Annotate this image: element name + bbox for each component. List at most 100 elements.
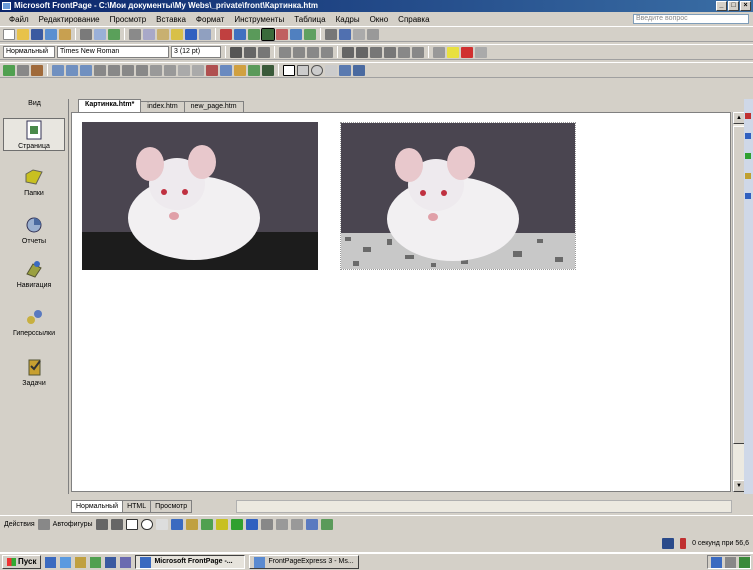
quick-launch-icon[interactable] <box>120 556 132 568</box>
oval-icon[interactable] <box>140 519 153 530</box>
align-left-icon[interactable] <box>279 46 291 58</box>
line-color-icon[interactable] <box>230 519 243 530</box>
outlook-icon[interactable] <box>75 556 87 568</box>
auto-thumbnail-icon[interactable] <box>31 64 43 76</box>
mouse-photo-edited[interactable] <box>340 122 576 270</box>
clipart-icon[interactable] <box>185 519 198 530</box>
maximize-button[interactable]: □ <box>728 1 739 11</box>
stop-icon[interactable] <box>353 28 365 40</box>
close-button[interactable]: × <box>740 1 751 11</box>
less-contrast-icon[interactable] <box>164 64 176 76</box>
open-icon[interactable] <box>17 28 29 40</box>
justify-icon[interactable] <box>321 46 333 58</box>
actions-menu[interactable]: Действия <box>4 521 35 528</box>
italic-icon[interactable] <box>244 46 256 58</box>
position-absolute-icon[interactable] <box>52 64 64 76</box>
underline-icon[interactable] <box>258 46 270 58</box>
start-button[interactable]: Пуск <box>2 555 42 569</box>
hyperlink-icon[interactable] <box>290 28 302 40</box>
arrow-icon[interactable] <box>110 519 123 530</box>
view-folders[interactable]: Папки <box>3 166 65 197</box>
refresh-icon[interactable] <box>304 28 316 40</box>
paste-icon[interactable] <box>157 28 169 40</box>
frontpage-app-icon[interactable] <box>2 2 11 10</box>
line-style-draw-icon[interactable] <box>260 519 273 530</box>
font-size-select[interactable]: 3 (12 pt) <box>171 46 221 58</box>
tab-html-view[interactable]: HTML <box>122 500 152 513</box>
less-brightness-icon[interactable] <box>192 64 204 76</box>
help-question-input[interactable]: Введите вопрос <box>633 14 749 24</box>
flip-horizontal-icon[interactable] <box>122 64 134 76</box>
highlight-hotspots-icon[interactable] <box>339 64 351 76</box>
redo-icon[interactable] <box>199 28 211 40</box>
rotate-right-icon[interactable] <box>108 64 120 76</box>
arrow-style-icon[interactable] <box>290 519 303 530</box>
increase-font-icon[interactable] <box>342 46 354 58</box>
task-frontpage-express[interactable]: FrontPageExpress 3 - Ms... <box>249 555 360 569</box>
undo-icon[interactable] <box>185 28 197 40</box>
rectangle-icon[interactable] <box>125 519 138 530</box>
tab-preview-view[interactable]: Просмотр <box>150 500 193 513</box>
menu-help[interactable]: Справка <box>393 15 434 24</box>
bold-icon[interactable] <box>230 46 242 58</box>
more-buttons-icon[interactable] <box>475 46 487 58</box>
circular-hotspot-icon[interactable] <box>311 64 323 76</box>
cut-icon[interactable] <box>129 28 141 40</box>
spelling-icon[interactable] <box>108 28 120 40</box>
bullets-icon[interactable] <box>384 46 396 58</box>
tab-document-1[interactable]: Картинка.htm* <box>78 99 142 112</box>
tab-normal-view[interactable]: Нормальный <box>71 500 124 513</box>
close-doc-icon[interactable] <box>367 28 379 40</box>
preview-icon[interactable] <box>94 28 106 40</box>
align-center-icon[interactable] <box>293 46 305 58</box>
shadow-icon[interactable] <box>305 519 318 530</box>
task-frontpage[interactable]: Microsoft FrontPage -... <box>135 555 246 569</box>
3d-icon[interactable] <box>320 519 333 530</box>
publish-icon[interactable] <box>45 28 57 40</box>
show-all-icon[interactable] <box>325 28 337 40</box>
format-picture-icon[interactable] <box>234 64 246 76</box>
new-page-icon[interactable] <box>3 28 15 40</box>
menu-file[interactable]: Файл <box>4 15 34 24</box>
menu-frames[interactable]: Кадры <box>331 15 365 24</box>
dash-style-icon[interactable] <box>275 519 288 530</box>
style-select[interactable]: Нормальный <box>3 46 55 58</box>
bring-forward-icon[interactable] <box>66 64 78 76</box>
autoshapes-menu[interactable]: Автофигуры <box>53 521 93 528</box>
drawing-icon[interactable] <box>276 28 288 40</box>
rotate-left-icon[interactable] <box>94 64 106 76</box>
mouse-photo-original[interactable] <box>82 122 318 270</box>
format-painter-icon[interactable] <box>171 28 183 40</box>
language-indicator-icon[interactable] <box>711 556 722 568</box>
more-brightness-icon[interactable] <box>178 64 190 76</box>
quick-launch-icon[interactable] <box>105 556 117 568</box>
copy-icon[interactable] <box>143 28 155 40</box>
font-color-draw-icon[interactable] <box>245 519 258 530</box>
highlight-icon[interactable] <box>447 46 459 58</box>
volume-icon[interactable] <box>725 556 736 568</box>
set-transparent-color-icon[interactable] <box>248 64 260 76</box>
minimize-button[interactable]: _ <box>716 1 727 11</box>
menu-table[interactable]: Таблица <box>289 15 330 24</box>
view-page[interactable]: Страница <box>3 118 65 151</box>
resample-icon[interactable] <box>353 64 365 76</box>
view-hyperlinks[interactable]: Гиперссылки <box>3 306 65 337</box>
line-icon[interactable] <box>95 519 108 530</box>
view-navigation[interactable]: Навигация <box>3 258 65 289</box>
color-icon[interactable] <box>262 64 274 76</box>
help-icon[interactable] <box>339 28 351 40</box>
fill-color-icon[interactable] <box>215 519 228 530</box>
select-objects-icon[interactable] <box>37 519 50 530</box>
insert-layer-icon[interactable] <box>248 28 260 40</box>
font-color-icon[interactable] <box>461 46 473 58</box>
select-icon[interactable] <box>283 64 295 76</box>
send-backward-icon[interactable] <box>80 64 92 76</box>
numbering-icon[interactable] <box>370 46 382 58</box>
polygonal-hotspot-icon[interactable] <box>325 64 337 76</box>
font-select[interactable]: Times New Roman <box>57 46 169 58</box>
align-right-icon[interactable] <box>307 46 319 58</box>
decrease-indent-icon[interactable] <box>398 46 410 58</box>
menu-insert[interactable]: Вставка <box>151 15 191 24</box>
network-icon[interactable] <box>739 556 750 568</box>
more-contrast-icon[interactable] <box>150 64 162 76</box>
